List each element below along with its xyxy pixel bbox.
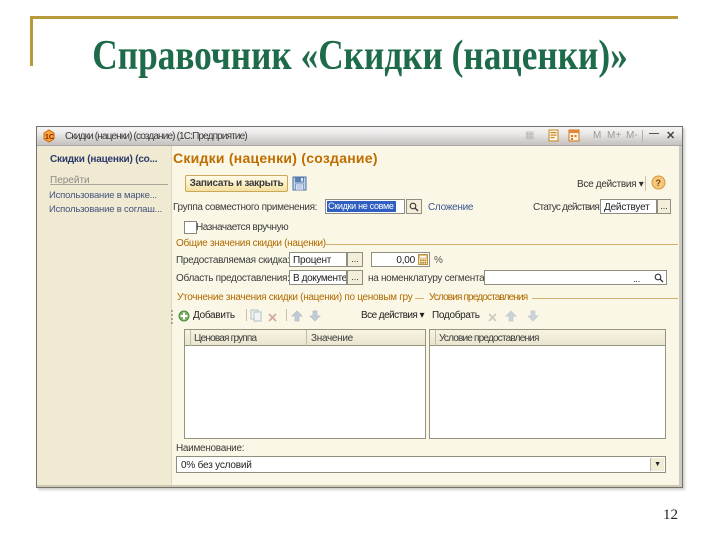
svg-text:1С: 1С <box>45 134 54 141</box>
svg-text:?: ? <box>656 178 662 188</box>
